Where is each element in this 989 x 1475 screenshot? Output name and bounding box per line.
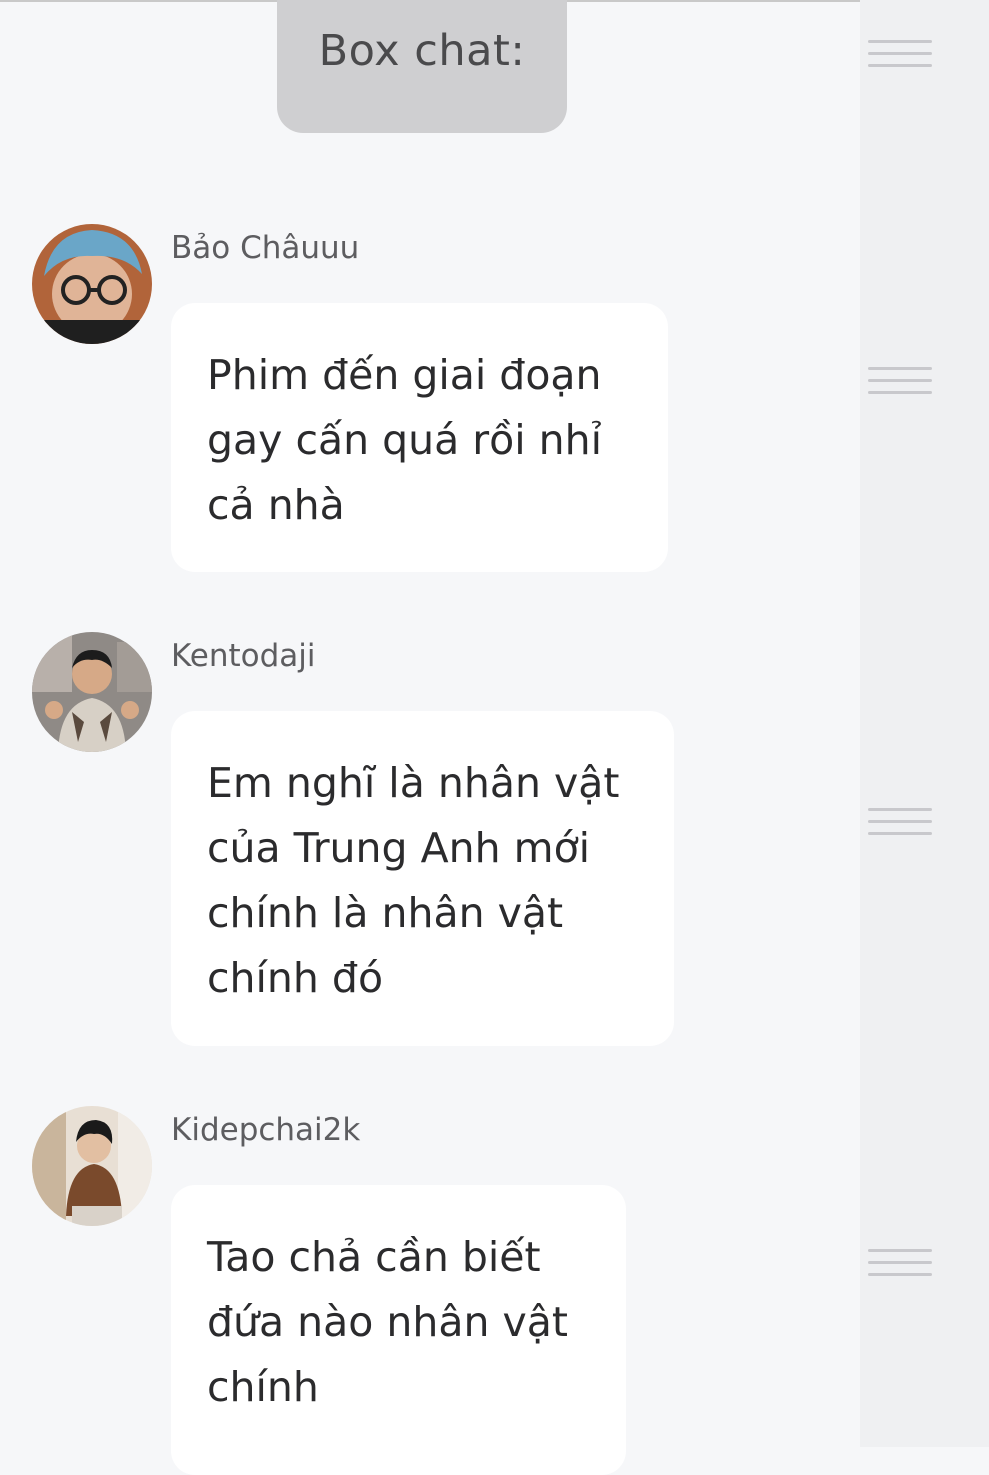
- drag-handle-icon[interactable]: [868, 1249, 932, 1287]
- sender-name: Kentodaji: [171, 638, 316, 674]
- message-line: Em nghĩ là nhân vật: [207, 759, 620, 807]
- sender-name: Bảo Châuuu: [171, 230, 360, 266]
- drag-handle-icon[interactable]: [868, 367, 932, 405]
- reorder-rail: [860, 0, 989, 1447]
- message-line: chính: [207, 1363, 319, 1411]
- page-title: Box chat:: [318, 26, 526, 76]
- message-bubble: Tao chả cần biết đứa nào nhân vật chính: [171, 1185, 626, 1475]
- message-line: của Trung Anh mới: [207, 824, 591, 872]
- message-line: Phim đến giai đoạn: [207, 351, 602, 399]
- drag-handle-icon[interactable]: [868, 40, 932, 78]
- message-line: chính là nhân vật: [207, 889, 564, 937]
- message-line: cả nhà: [207, 481, 345, 529]
- box-chat-title-chip: Box chat:: [277, 0, 567, 133]
- message-bubble: Phim đến giai đoạn gay cấn quá rồi nhỉ c…: [171, 303, 668, 572]
- message-bubble: Em nghĩ là nhân vật của Trung Anh mới ch…: [171, 711, 674, 1046]
- message-line: Tao chả cần biết: [207, 1233, 541, 1281]
- avatar-image: [32, 1106, 152, 1226]
- message-line: gay cấn quá rồi nhỉ: [207, 416, 603, 464]
- avatar[interactable]: [32, 224, 152, 344]
- message-line: đứa nào nhân vật: [207, 1298, 568, 1346]
- sender-name: Kidepchai2k: [171, 1112, 361, 1148]
- avatar-image: [32, 224, 152, 344]
- avatar-image: [32, 632, 152, 752]
- message-line: chính đó: [207, 954, 384, 1002]
- drag-handle-icon[interactable]: [868, 808, 932, 846]
- avatar[interactable]: [32, 632, 152, 752]
- avatar[interactable]: [32, 1106, 152, 1226]
